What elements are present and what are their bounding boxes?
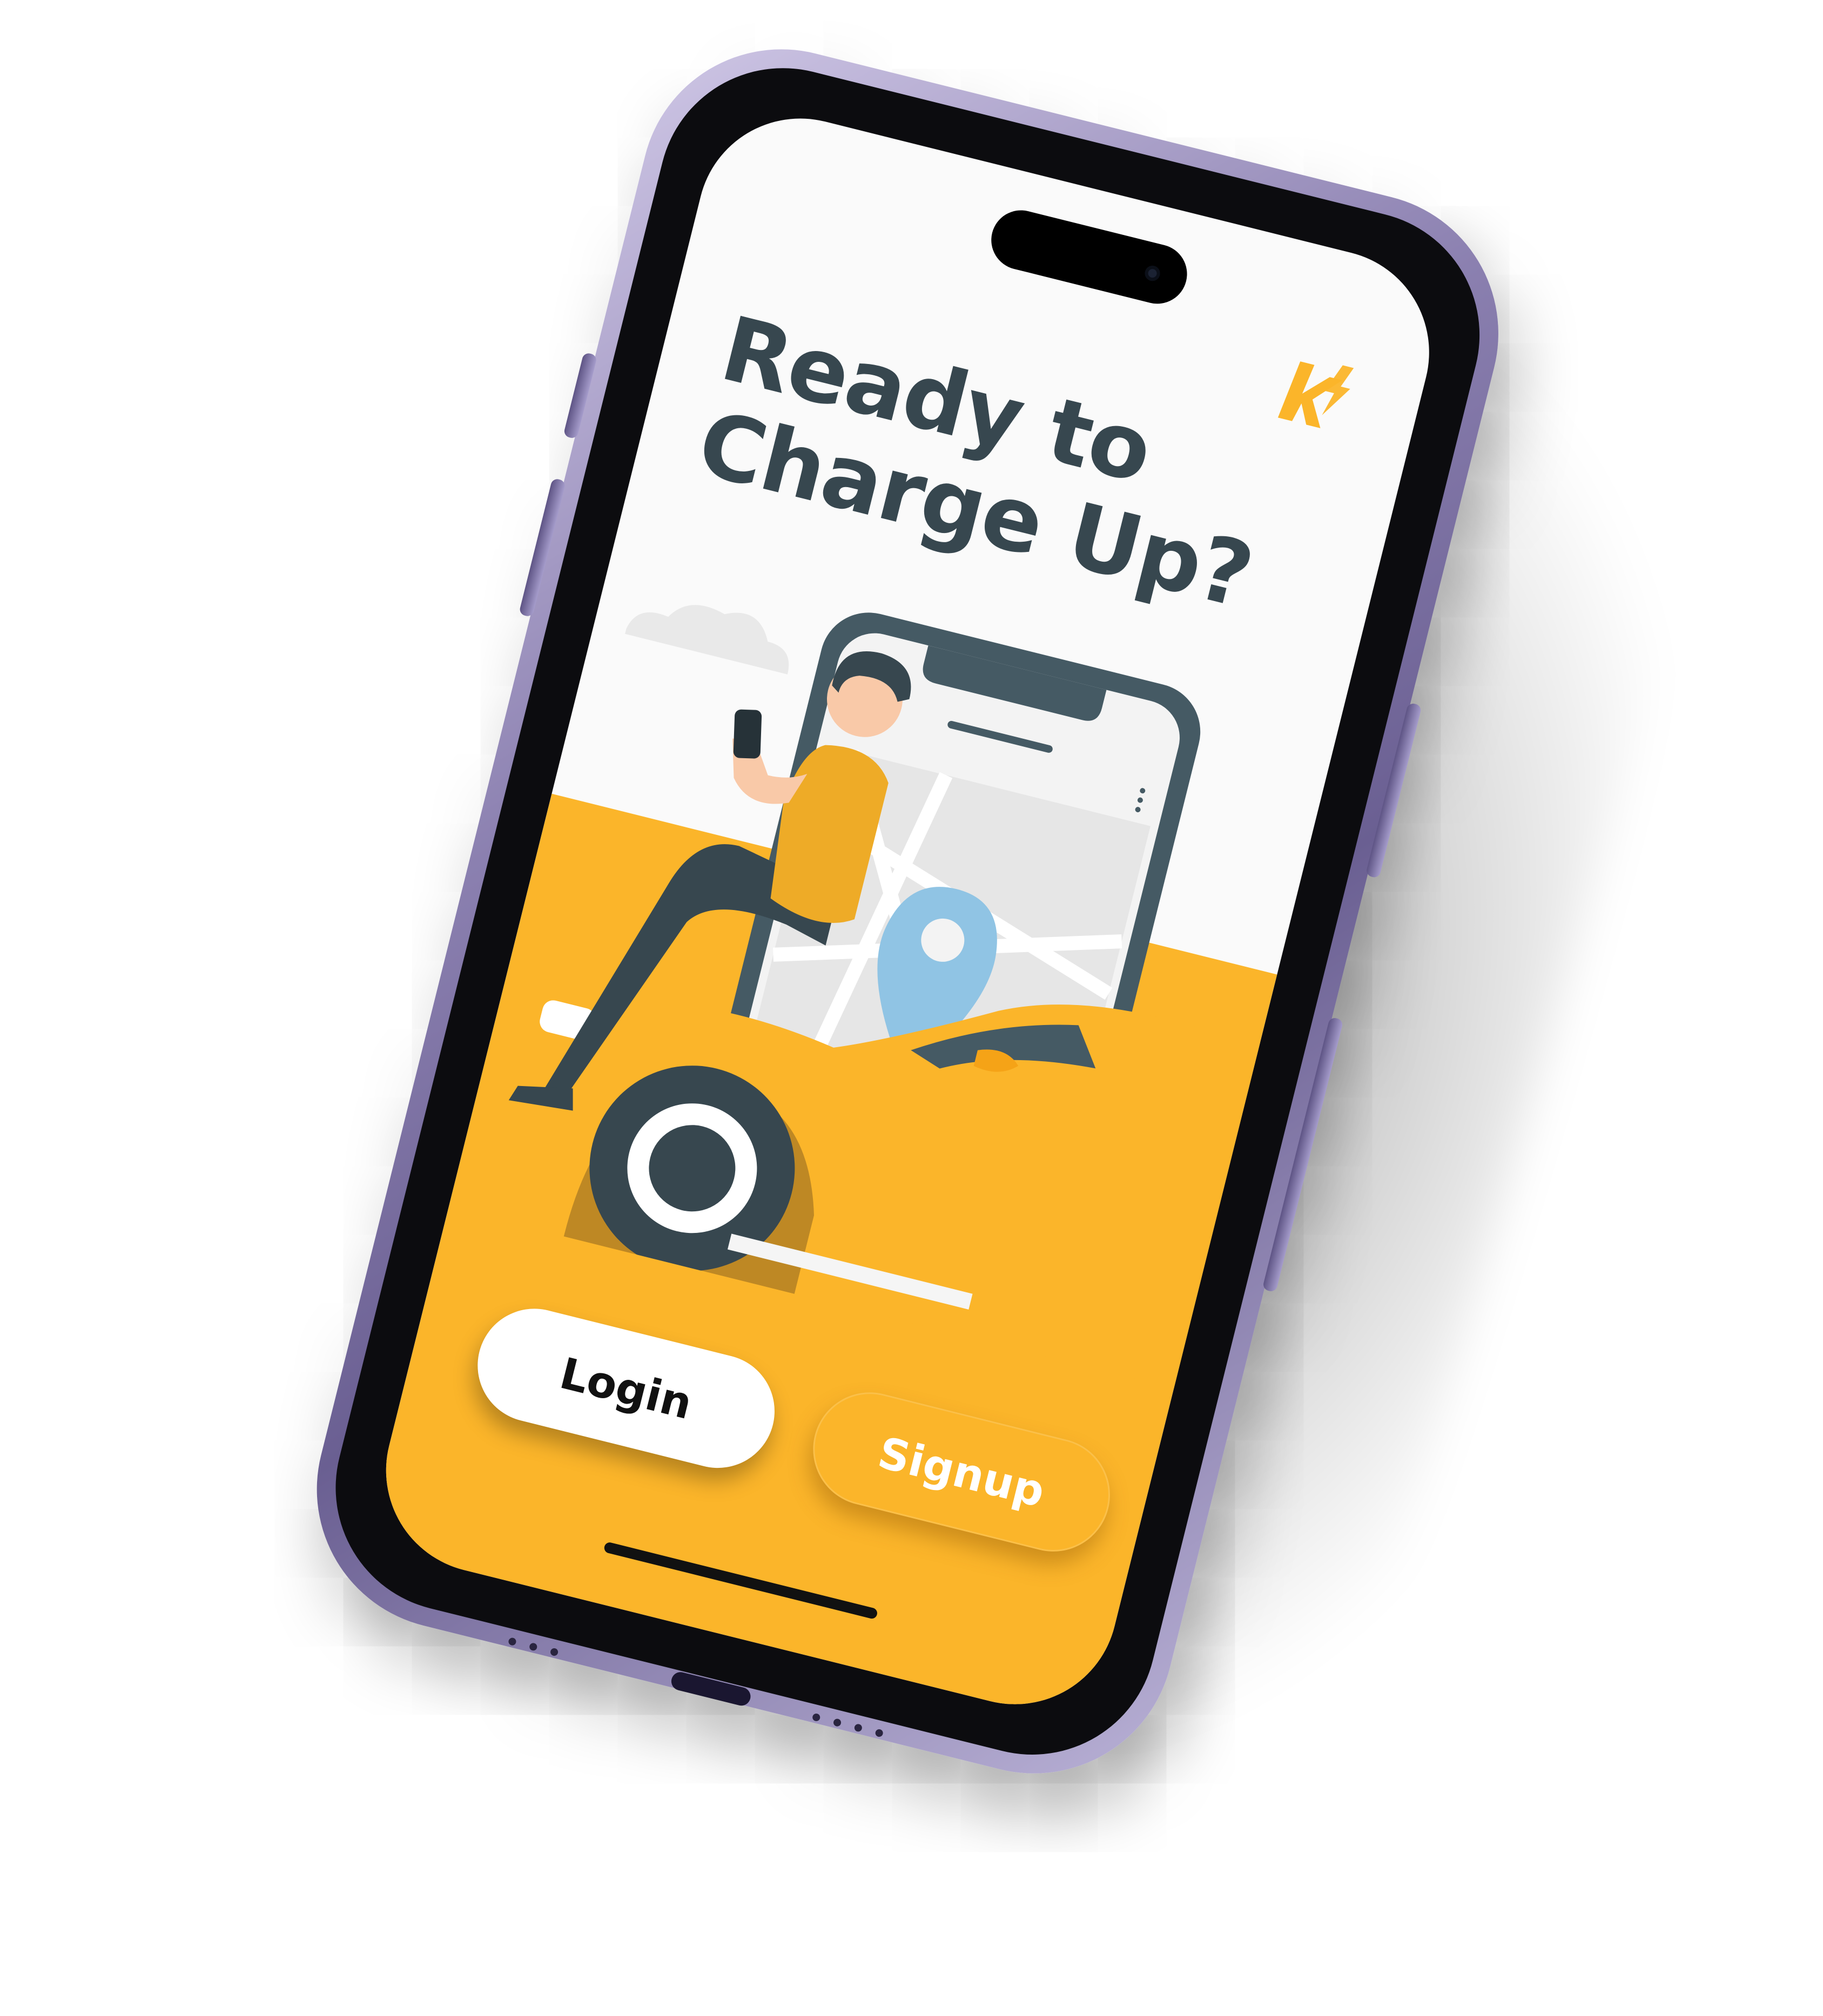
bolt-k-logo-icon (1277, 361, 1354, 428)
speaker-hole (549, 1647, 559, 1657)
phone-bezel: Ready to Charge Up? ‹ (309, 42, 1506, 1781)
charging-port (669, 1670, 753, 1708)
mute-switch (563, 352, 598, 440)
speaker-hole (528, 1642, 538, 1651)
device-stage: Ready to Charge Up? ‹ (0, 0, 1823, 2016)
speaker-hole (874, 1728, 884, 1738)
dynamic-island (985, 204, 1194, 311)
phone-device: Ready to Charge Up? ‹ (287, 19, 1529, 1803)
speaker-hole (853, 1723, 863, 1732)
app-screen: Ready to Charge Up? ‹ (364, 97, 1451, 1726)
speaker-hole (811, 1712, 821, 1722)
speaker-hole (832, 1718, 842, 1728)
speaker-hole (507, 1637, 517, 1647)
front-camera (1143, 264, 1162, 283)
